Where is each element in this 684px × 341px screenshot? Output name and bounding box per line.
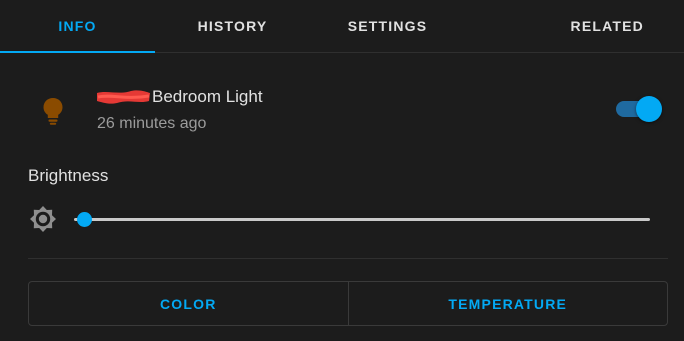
light-toggle[interactable] (616, 96, 664, 122)
tab-related[interactable]: RELATED (465, 0, 684, 52)
attribute-button-group: COLOR TEMPERATURE (28, 281, 668, 326)
redaction-scribble (97, 90, 150, 104)
tab-history[interactable]: HISTORY (155, 0, 310, 52)
entity-name[interactable]: Bedroom Light (152, 87, 263, 107)
divider (28, 258, 668, 259)
brightness-slider[interactable] (70, 208, 650, 230)
lightbulb-icon (43, 98, 63, 125)
tab-settings[interactable]: SETTINGS (310, 0, 465, 52)
toggle-thumb (636, 96, 662, 122)
slider-thumb[interactable] (76, 212, 92, 227)
temperature-button[interactable]: TEMPERATURE (347, 282, 668, 325)
tab-info[interactable]: INFO (0, 0, 155, 53)
brightness-icon (30, 206, 56, 232)
last-changed-time: 26 minutes ago (97, 115, 207, 132)
slider-track (74, 218, 650, 221)
brightness-label: Brightness (28, 166, 109, 185)
tab-bar: INFO HISTORY SETTINGS RELATED (0, 0, 684, 53)
color-button[interactable]: COLOR (29, 282, 348, 325)
